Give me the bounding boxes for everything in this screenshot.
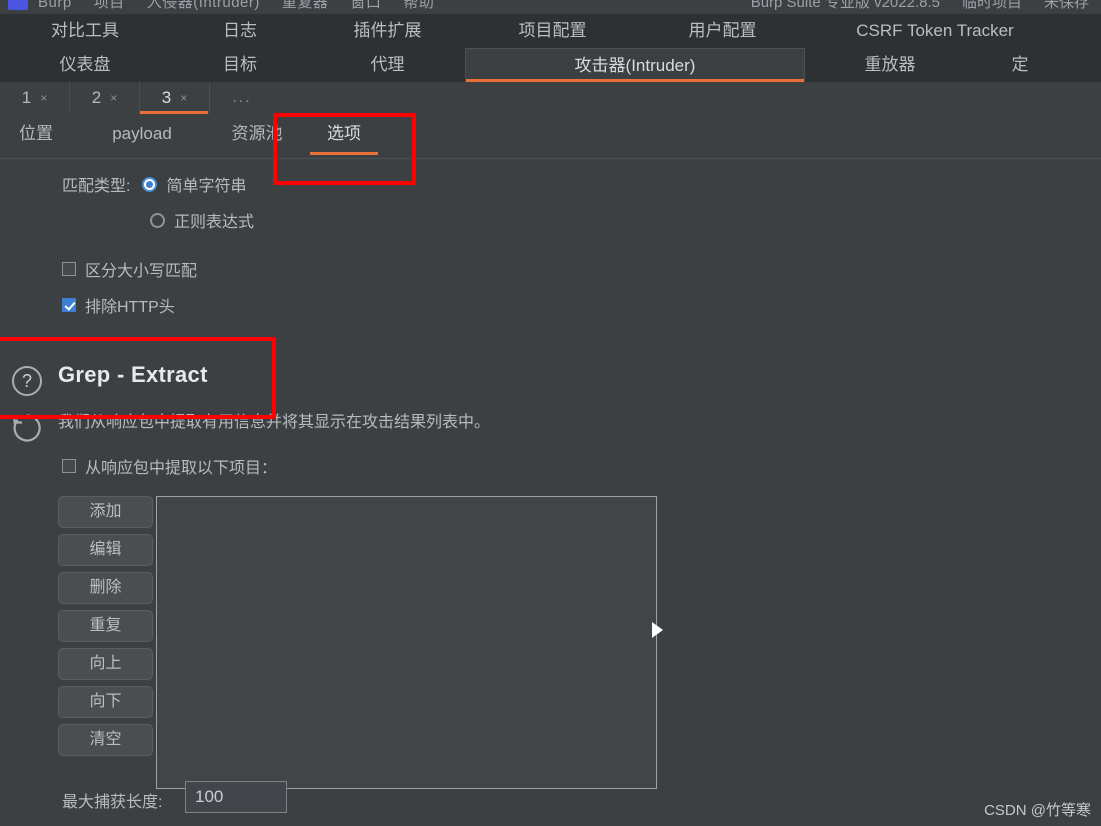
section-title-grep-extract: Grep - Extract bbox=[58, 362, 208, 387]
attack-tabs-overflow-button[interactable]: ... bbox=[210, 82, 274, 114]
project-name: 临时项目 bbox=[961, 0, 1022, 11]
burp-suite-window: Burp 项目 入侵器(Intruder) 重复器 窗口 帮助 Burp Suite 专业… bbox=[0, 0, 1101, 826]
radio-regex-label: 正则表达式 bbox=[174, 214, 255, 231]
subtab-options[interactable]: 选项 bbox=[302, 114, 386, 158]
case-sensitive-row[interactable]: 区分大小写匹配 bbox=[62, 257, 197, 281]
tab-dashboard[interactable]: 仪表盘 bbox=[0, 48, 170, 82]
checkbox-exclude-http-headers[interactable] bbox=[62, 298, 76, 312]
tab-target[interactable]: 目标 bbox=[170, 48, 310, 82]
application-menu[interactable]: Burp 项目 入侵器(Intruder) 重复器 窗口 帮助 bbox=[38, 0, 456, 12]
tab-csrf-token-tracker[interactable]: CSRF Token Tracker bbox=[805, 14, 1065, 48]
intruder-attack-tabs: 1 × 2 × 3 × ... bbox=[0, 82, 1101, 114]
attack-tab-2[interactable]: 2 × bbox=[70, 82, 140, 114]
menu-item-help[interactable]: 帮助 bbox=[403, 0, 434, 11]
grep-extract-item-list[interactable] bbox=[156, 496, 657, 789]
edit-button[interactable]: 编辑 bbox=[58, 534, 153, 566]
subtab-divider bbox=[0, 158, 1101, 159]
menu-item-intruder[interactable]: 入侵器(Intruder) bbox=[147, 0, 260, 11]
main-tab-row-top: 对比工具 日志 插件扩展 项目配置 用户配置 CSRF Token Tracke… bbox=[0, 14, 1101, 48]
section-description-grep-extract: 我们从响应包中提取有用信息并将其显示在攻击结果列表中。 bbox=[58, 414, 491, 431]
csdn-watermark: CSDN @竹等寒 bbox=[984, 802, 1091, 819]
radio-simple-string[interactable] bbox=[142, 176, 158, 192]
menu-item-window[interactable]: 窗口 bbox=[350, 0, 381, 11]
reset-icon[interactable] bbox=[12, 413, 42, 443]
extract-enable-row[interactable]: 从响应包中提取以下项目： bbox=[62, 454, 277, 478]
tab-project-options[interactable]: 项目配置 bbox=[465, 14, 640, 48]
duplicate-button[interactable]: 重复 bbox=[58, 610, 153, 642]
product-version: Burp Suite 专业版 v2022.8.5 bbox=[750, 0, 940, 11]
tab-user-options[interactable]: 用户配置 bbox=[640, 14, 805, 48]
tab-proxy[interactable]: 代理 bbox=[310, 48, 465, 82]
attack-tab-2-label: 2 bbox=[91, 88, 102, 107]
clear-button[interactable]: 清空 bbox=[58, 724, 153, 756]
close-icon[interactable]: × bbox=[180, 91, 187, 105]
intruder-sub-tabs: 位置 payload 资源池 选项 bbox=[0, 114, 1101, 158]
max-capture-length-label: 最大捕获长度: bbox=[62, 794, 163, 811]
checkbox-extract-following-items-label: 从响应包中提取以下项目： bbox=[85, 460, 278, 477]
tab-comparer[interactable]: 对比工具 bbox=[0, 14, 170, 48]
max-capture-length-row: 最大捕获长度: bbox=[62, 788, 162, 812]
match-type-row-simple: 匹配类型: 简单字符串 bbox=[62, 172, 246, 196]
attack-tab-1[interactable]: 1 × bbox=[0, 82, 70, 114]
checkbox-case-sensitive[interactable] bbox=[62, 262, 76, 276]
close-icon[interactable]: × bbox=[110, 91, 117, 105]
burp-logo-icon bbox=[8, 0, 28, 10]
subtab-positions[interactable]: 位置 bbox=[0, 114, 72, 158]
menu-item-project[interactable]: 项目 bbox=[94, 0, 125, 11]
match-type-label: 匹配类型: bbox=[62, 178, 131, 195]
attack-tab-3[interactable]: 3 × bbox=[140, 82, 210, 114]
subtab-resource-pool[interactable]: 资源池 bbox=[212, 114, 302, 158]
grep-extract-button-column: 添加 编辑 删除 重复 向上 向下 清空 bbox=[58, 496, 153, 756]
exclude-http-headers-row[interactable]: 排除HTTP头 bbox=[62, 293, 175, 317]
close-icon[interactable]: × bbox=[40, 91, 47, 105]
checkbox-extract-following-items[interactable] bbox=[62, 459, 76, 473]
main-tab-bar: 对比工具 日志 插件扩展 项目配置 用户配置 CSRF Token Tracke… bbox=[0, 14, 1101, 82]
tab-sequencer[interactable]: 定 bbox=[975, 48, 1065, 82]
radio-regex[interactable] bbox=[150, 212, 165, 228]
subtab-payloads[interactable]: payload bbox=[72, 114, 212, 158]
expand-pane-arrow-icon[interactable] bbox=[652, 622, 663, 638]
menu-item-repeater[interactable]: 重复器 bbox=[282, 0, 329, 11]
max-capture-length-input[interactable]: 100 bbox=[185, 781, 287, 813]
match-type-row-regex: 正则表达式 bbox=[150, 208, 254, 232]
help-icon[interactable]: ? bbox=[12, 366, 42, 396]
tab-logger[interactable]: 日志 bbox=[170, 14, 310, 48]
delete-button[interactable]: 删除 bbox=[58, 572, 153, 604]
attack-tab-3-label: 3 bbox=[161, 88, 172, 107]
tab-extensions[interactable]: 插件扩展 bbox=[310, 14, 465, 48]
tab-intruder[interactable]: 攻击器(Intruder) bbox=[465, 48, 805, 82]
save-state: 未保存 bbox=[1043, 0, 1089, 11]
add-button[interactable]: 添加 bbox=[58, 496, 153, 528]
radio-simple-string-label: 简单字符串 bbox=[166, 178, 247, 195]
move-down-button[interactable]: 向下 bbox=[58, 686, 153, 718]
move-up-button[interactable]: 向上 bbox=[58, 648, 153, 680]
tab-repeater[interactable]: 重放器 bbox=[805, 48, 975, 82]
window-title-text: Burp Suite 专业版 v2022.8.5 临时项目 未保存 bbox=[729, 0, 1089, 12]
attack-tab-1-label: 1 bbox=[21, 88, 32, 107]
window-titlebar: Burp 项目 入侵器(Intruder) 重复器 窗口 帮助 Burp Suite 专业… bbox=[0, 0, 1101, 14]
checkbox-case-sensitive-label: 区分大小写匹配 bbox=[85, 263, 198, 280]
checkbox-exclude-http-headers-label: 排除HTTP头 bbox=[85, 299, 175, 316]
menu-item-burp[interactable]: Burp bbox=[38, 0, 72, 11]
main-tab-row-bottom: 仪表盘 目标 代理 攻击器(Intruder) 重放器 定 bbox=[0, 48, 1101, 82]
